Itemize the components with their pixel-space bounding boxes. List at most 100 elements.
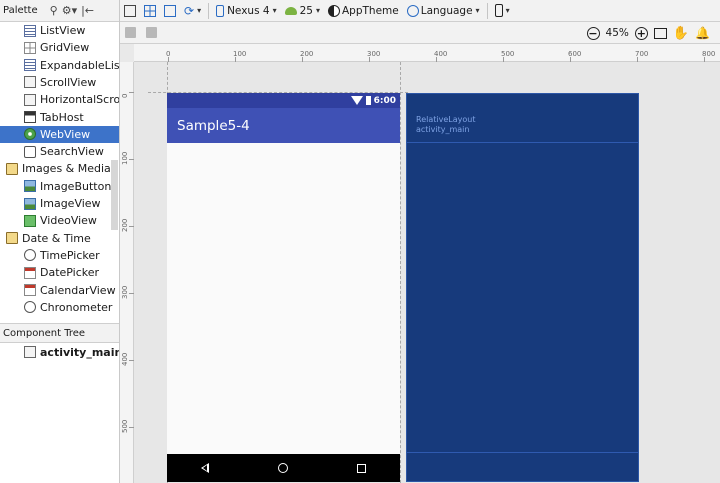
ruler-label: 100 [121,151,129,165]
nav-bar [167,454,400,482]
both-icon [164,4,176,17]
palette-item-label: GridView [40,41,90,55]
both-surfaces-button[interactable] [160,0,180,22]
component-tree-header: Component Tree [0,323,119,343]
android-icon [284,6,297,15]
scroll-icon [24,76,36,89]
palette-item-gridview[interactable]: GridView [0,39,119,56]
device-selector[interactable]: Nexus 4 ▾ [212,0,281,22]
layout-type: RelativeLayout [416,115,476,124]
blueprint-preview[interactable]: RelativeLayout activity_main [406,93,639,482]
palette-item-label: ImageView [40,197,101,210]
palette-item-date-time[interactable]: Date & Time [0,230,119,247]
clock-icon [24,301,36,314]
palette-item-horizontalscrollview[interactable]: HorizontalScrollView [0,91,119,108]
rotate-icon: ⟳ [184,3,195,18]
palette-item-label: Chronometer [40,300,113,314]
wifi-icon [350,96,363,105]
left-panel: Palette ⚲ ⚙▾ |← ListView GridView Expandab… [0,0,120,483]
refresh-disabled-icon [146,27,157,38]
language-selector[interactable]: Language ▾ [403,0,484,22]
search-icon [24,145,36,158]
ruler-label: 200 [121,218,129,232]
palette-item-chronometer[interactable]: Chronometer [0,299,119,316]
canvas-toolbar: − 45% + ✋ 🔔 [120,22,720,44]
orientation-button[interactable]: ⟳ ▾ [180,0,205,22]
theme-label: AppTheme [341,4,399,17]
horizontal-scroll-icon [24,93,36,106]
grid-icon [24,41,36,54]
blueprint-button[interactable] [140,0,160,22]
expandable-list-icon [24,59,36,72]
image-icon [24,180,36,193]
palette-header: Palette ⚲ ⚙▾ |← [0,0,119,22]
palette-item-calendarview[interactable]: CalendarView [0,282,119,299]
app-bar: Sample5-4 [167,108,400,143]
tabhost-icon [24,111,36,123]
calendar-icon [24,266,36,279]
palette-item-imageview[interactable]: ImageView [0,195,119,212]
palette-item-label: ExpandableListView [40,58,119,72]
folder-icon [6,162,18,175]
pan-hand-icon[interactable]: ✋ [673,26,689,41]
blueprint-line [407,142,638,143]
palette-title: Palette [3,5,38,16]
ruler-vertical: 0 100 200 300 400 500 [120,62,134,483]
palette-item-tabhost[interactable]: TabHost [0,109,119,126]
api-label: 25 [299,4,313,17]
design-canvas[interactable]: 6:00 Sample5-4 RelativeLayout activity_m… [134,62,720,483]
language-label: Language [420,4,473,17]
palette-item-videoview[interactable]: VideoView [0,212,119,229]
layout-variants-button[interactable]: ▾ [491,0,514,22]
separator [208,2,210,19]
palette-item-label: TabHost [40,110,84,124]
palette-item-label: ListView [40,24,86,37]
video-icon [24,214,36,227]
palette-item-datepicker[interactable]: DatePicker [0,264,119,281]
relative-layout-icon [24,346,36,358]
ruler-label: 500 [121,419,129,433]
status-bar: 6:00 [167,93,400,108]
webview-icon [24,128,36,141]
hide-panel-icon[interactable]: |← [81,4,94,17]
fit-screen-icon[interactable] [653,27,667,39]
blueprint-label: RelativeLayout activity_main [416,115,475,135]
clock-icon [24,249,36,262]
palette-item-listview[interactable]: ListView [0,22,119,39]
tree-item-activity-main[interactable]: activity_main (RelativeLayout) [24,344,120,360]
zoom-in-button[interactable]: + [634,26,648,40]
palette-item-expandablelistview[interactable]: ExpandableListView [0,57,119,74]
palette-item-searchview[interactable]: SearchView [0,143,119,160]
zoom-out-button[interactable]: − [586,26,600,40]
palette-item-label: WebView [40,127,91,141]
theme-icon [327,4,340,17]
back-icon [201,463,210,473]
palette-item-label: DatePicker [40,266,100,280]
palette-item-label: HorizontalScrollView [40,93,119,107]
app-title: Sample5-4 [177,117,250,134]
palette-item-imagebutton[interactable]: ImageButton [0,178,119,195]
palette-item-webview[interactable]: WebView [0,125,119,143]
gear-icon[interactable]: ⚙▾ [62,4,77,17]
globe-icon [406,4,419,17]
design-icon [124,4,136,17]
palette-scrollbar[interactable] [111,160,118,230]
home-icon [277,463,288,473]
ruler-horizontal: 0 100 200 300 400 500 600 700 800 [134,44,720,62]
palette-item-label: CalendarView [40,283,116,297]
api-selector[interactable]: 25 ▾ [281,0,324,22]
blueprint-icon [144,4,156,17]
device-preview[interactable]: 6:00 Sample5-4 [167,93,400,482]
notification-bell-icon[interactable]: 🔔 [695,26,710,40]
palette-item-timepicker[interactable]: TimePicker [0,247,119,264]
search-icon[interactable]: ⚲ [50,4,58,17]
palette-item-images-media[interactable]: Images & Media [0,160,119,177]
status-time: 6:00 [373,95,396,106]
palette-item-label: SearchView [40,145,104,159]
phone-icon [494,4,503,17]
theme-selector[interactable]: AppTheme [324,0,403,22]
palette-item-label: ScrollView [40,75,97,89]
tree-item-name: activity_main [40,345,120,359]
design-surface-button[interactable] [120,0,140,22]
palette-item-scrollview[interactable]: ScrollView [0,74,119,91]
